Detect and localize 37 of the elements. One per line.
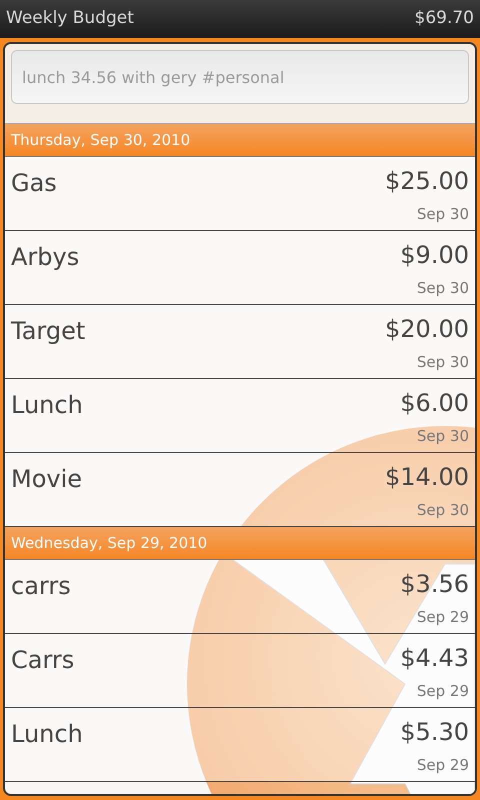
expense-amount: $6.00 [400,388,469,419]
expense-name: Target [11,316,86,347]
expense-name: Movie [11,464,82,495]
expense-name: Lunch [11,719,83,750]
date-header: Thursday, Sep 30, 2010 [5,124,475,157]
expense-name: Lunch [11,390,83,421]
expense-amount: $4.43 [400,643,469,674]
date-header: Wednesday, Sep 29, 2010 [5,527,475,560]
expense-row[interactable]: Lunch $5.30 Sep 29 [5,708,475,782]
expense-name: Arbys [11,242,80,273]
expense-row[interactable]: Lunch $6.00 Sep 30 [5,379,475,453]
expense-date: Sep 29 [416,681,469,702]
expense-date: Sep 29 [416,607,469,628]
expense-date: Sep 30 [416,352,469,373]
expense-name: Gas [11,168,57,199]
expense-date: Sep 29 [416,755,469,776]
expense-row[interactable]: Movie $14.00 Sep 30 [5,453,475,527]
expense-amount: $5.30 [400,717,469,748]
expense-input-field[interactable]: lunch 34.56 with gery #personal [11,50,469,104]
expense-amount: $14.00 [385,462,469,493]
expense-amount: $25.00 [385,166,469,197]
expense-amount: $9.00 [400,240,469,271]
app-title: Weekly Budget [6,7,134,30]
expense-row[interactable]: Target $20.00 Sep 30 [5,305,475,379]
expense-amount: $3.56 [400,569,469,600]
expense-row[interactable]: Carrs $4.43 Sep 29 [5,634,475,708]
expense-date: Sep 30 [416,500,469,521]
expense-row[interactable]: Gas $25.00 Sep 30 [5,157,475,231]
expense-row[interactable]: Arbys $9.00 Sep 30 [5,231,475,305]
expense-date: Sep 30 [416,278,469,299]
expense-date: Sep 30 [416,426,469,447]
expense-name: carrs [11,571,71,602]
budget-total: $69.70 [414,7,474,30]
expense-name: Carrs [11,645,74,676]
expense-amount: $20.00 [385,314,469,345]
expense-date: Sep 30 [416,204,469,225]
expense-row[interactable]: carrs $3.56 Sep 29 [5,560,475,634]
